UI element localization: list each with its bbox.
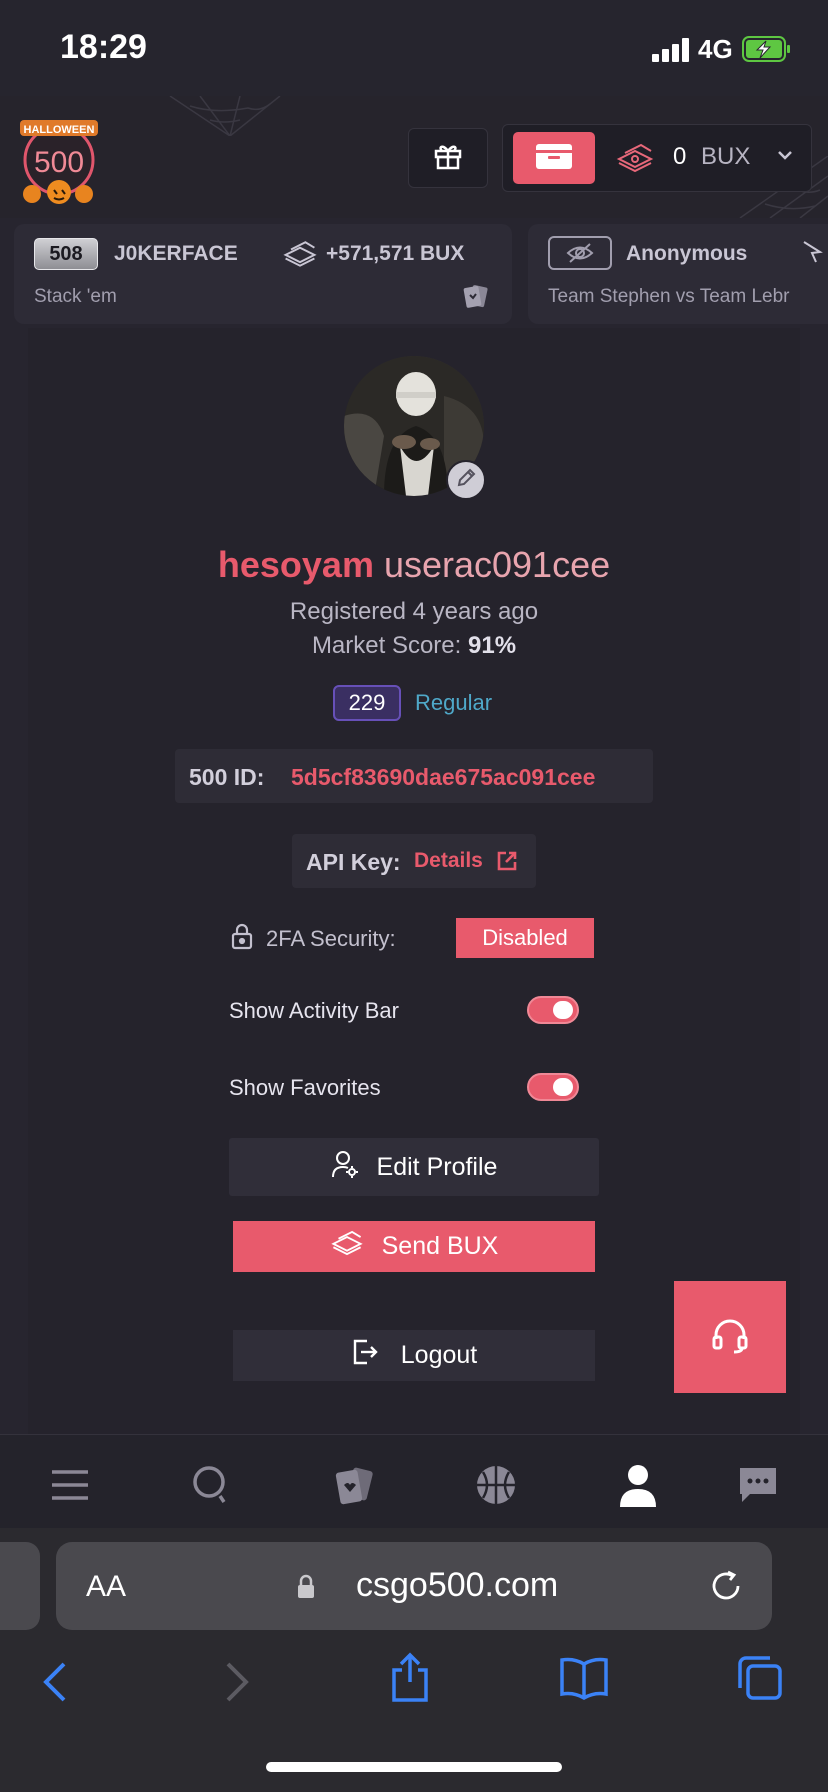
activity-amount: +571,571 BUX (326, 242, 465, 265)
status-time: 18:29 (60, 28, 147, 66)
profile-icon[interactable] (616, 1463, 660, 1507)
browser-toolbar: AA csgo500.com (0, 1528, 828, 1792)
send-bux-button[interactable]: Send BUX (233, 1221, 595, 1272)
bookmarks-icon[interactable] (558, 1656, 610, 1705)
registered-text: Registered 4 years ago (289, 598, 539, 625)
show-favorites-label: Show Favorites (229, 1075, 381, 1100)
svg-text:500: 500 (34, 146, 84, 179)
display-name: hesoyam (217, 544, 374, 585)
user-settings-icon (331, 1149, 359, 1186)
twofa-label: 2FA Security: (266, 926, 396, 951)
signal-icon (652, 38, 692, 62)
reload-icon[interactable] (708, 1568, 744, 1609)
spiderweb-decoration (169, 96, 281, 136)
battery-icon (742, 36, 792, 62)
gift-icon (433, 141, 463, 176)
lock-icon (230, 922, 254, 955)
menu-icon[interactable] (48, 1463, 92, 1507)
bux-unit: BUX (701, 143, 751, 170)
site-logo[interactable]: 500 HALLOWEEN (16, 110, 102, 206)
external-link-icon[interactable] (496, 850, 518, 877)
forward-icon[interactable] (222, 1660, 252, 1709)
market-score-value: 91% (468, 632, 517, 659)
show-favorites-toggle[interactable] (527, 1073, 579, 1101)
api-details-link[interactable]: Details (414, 849, 483, 873)
logout-button[interactable]: Logout (233, 1330, 595, 1381)
edit-profile-label: Edit Profile (376, 1152, 498, 1181)
edit-profile-button[interactable]: Edit Profile (229, 1138, 599, 1196)
previous-tab-preview[interactable] (0, 1542, 40, 1630)
bottom-nav (0, 1434, 828, 1528)
basketball-icon[interactable] (474, 1463, 518, 1507)
profile-name: hesoyam userac091cee (0, 544, 828, 586)
user-id-label: 500 ID: (189, 764, 265, 790)
bux-icon (282, 240, 318, 273)
show-activity-toggle[interactable] (527, 996, 579, 1024)
bux-icon (615, 143, 655, 178)
market-score-label: Market Score: (311, 632, 462, 659)
site-header: 500 HALLOWEEN 0 BUX (0, 96, 828, 218)
lock-icon (296, 1574, 316, 1605)
eye-off-icon (548, 236, 612, 270)
share-icon[interactable] (388, 1652, 432, 1709)
activity-game: Stack 'em (34, 286, 117, 307)
wallet-icon (534, 141, 574, 176)
headset-icon (710, 1315, 750, 1360)
user-id-value: 5d5cf83690dae675ac091cee (291, 764, 596, 790)
twofa-status-button[interactable]: Disabled (456, 918, 594, 958)
pencil-icon (455, 467, 477, 494)
network-type: 4G (698, 34, 733, 64)
cursor-icon (800, 238, 824, 271)
logout-label: Logout (400, 1341, 478, 1369)
url-domain: csgo500.com (356, 1566, 559, 1604)
back-icon[interactable] (40, 1660, 70, 1709)
rank-label: Regular (415, 690, 493, 715)
wallet-dropdown[interactable]: 0 BUX (502, 124, 812, 192)
market-score: Market Score: 91% (0, 632, 828, 660)
bux-balance: 0 (673, 143, 687, 170)
activity-card[interactable]: Anonymous Team Stephen vs Team Lebr (528, 224, 828, 324)
home-indicator (266, 1762, 562, 1772)
activity-bar: 508 J0KERFACE +571,571 BUX Stack 'em Ano… (0, 218, 828, 328)
text-size-button[interactable]: AA (86, 1570, 126, 1604)
wallet-button[interactable] (513, 132, 595, 184)
tabs-icon[interactable] (736, 1654, 784, 1707)
api-key-label: API Key: (306, 849, 401, 875)
chat-icon[interactable] (736, 1463, 780, 1507)
search-icon[interactable] (190, 1463, 234, 1507)
level-badge: 229 (333, 685, 401, 721)
cards-icon[interactable] (332, 1463, 376, 1507)
svg-text:HALLOWEEN: HALLOWEEN (24, 124, 95, 136)
edit-avatar-button[interactable] (446, 460, 486, 500)
cards-icon (462, 282, 490, 315)
username: userac091cee (383, 544, 611, 585)
activity-username: Anonymous (626, 242, 748, 265)
level-badge: 508 (34, 238, 98, 270)
user-id-box[interactable]: 500 ID: 5d5cf83690dae675ac091cee (175, 749, 653, 803)
activity-card[interactable]: 508 J0KERFACE +571,571 BUX Stack 'em (14, 224, 512, 324)
activity-username: J0KERFACE (114, 242, 238, 265)
logout-icon (351, 1338, 379, 1373)
api-key-box: API Key: Details (292, 834, 536, 888)
activity-game: Team Stephen vs Team Lebr (548, 286, 790, 307)
show-activity-label: Show Activity Bar (229, 998, 399, 1023)
gift-button[interactable] (408, 128, 488, 188)
status-bar: 18:29 4G (0, 0, 828, 96)
bux-icon (330, 1230, 364, 1263)
chevron-down-icon[interactable] (775, 145, 795, 170)
address-bar[interactable]: AA csgo500.com (56, 1542, 772, 1630)
support-button[interactable] (674, 1281, 786, 1393)
send-bux-label: Send BUX (381, 1232, 499, 1260)
